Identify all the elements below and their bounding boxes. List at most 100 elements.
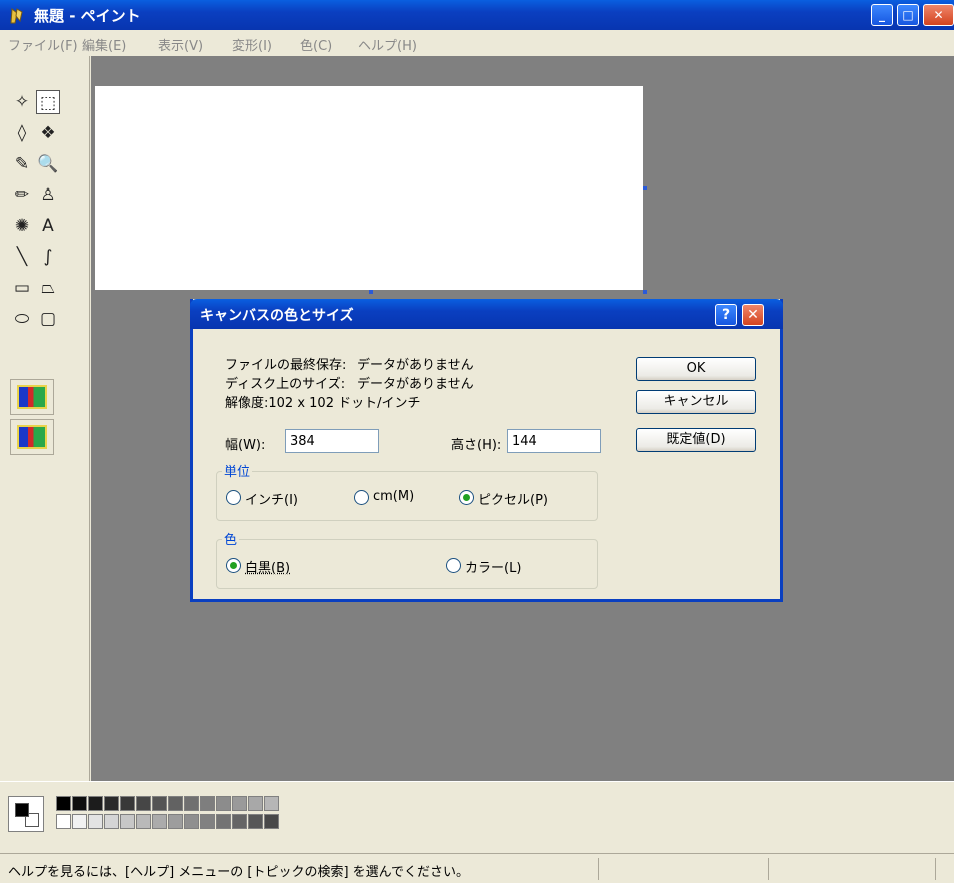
menu-help[interactable]: ヘルプ(H) — [358, 35, 417, 54]
curve-icon[interactable]: ∫ — [36, 245, 60, 269]
color-picker-icon[interactable]: ✎ — [10, 152, 34, 176]
brush-icon[interactable]: ♙ — [36, 183, 60, 207]
maximize-button[interactable]: □ — [897, 4, 919, 26]
palette-swatch[interactable] — [264, 796, 279, 811]
resize-handle-corner[interactable] — [643, 290, 647, 294]
drawing-canvas[interactable] — [95, 86, 643, 290]
palette-swatch[interactable] — [136, 796, 151, 811]
polygon-icon[interactable]: ⏢ — [36, 276, 60, 300]
eraser-icon[interactable]: ◊ — [10, 121, 34, 145]
color-label: カラー(L) — [465, 561, 522, 576]
ellipse-icon[interactable]: ⬭ — [10, 307, 34, 331]
disk-size-value: データがありません — [357, 377, 474, 392]
status-bar: ヘルプを見るには、[ヘルプ] メニューの [トピックの検索] を選んでください。 — [0, 853, 954, 883]
menu-file[interactable]: ファイル(F) — [8, 35, 78, 54]
text-icon[interactable]: A — [36, 214, 60, 238]
color-group-title: 色 — [222, 529, 240, 548]
color-group: 色 白黒(B) カラー(L) — [216, 529, 598, 589]
resize-handle-right[interactable] — [643, 186, 647, 190]
transparent-mode-icon — [17, 425, 47, 449]
palette-swatch[interactable] — [88, 814, 103, 829]
close-button[interactable]: ✕ — [923, 4, 954, 26]
menu-colors[interactable]: 色(C) — [300, 35, 332, 54]
rectangle-icon[interactable]: ▭ — [10, 276, 34, 300]
toolbox: ✧ ⬚ ◊ ❖ ✎ 🔍 ✏ ♙ ✺ A ╲ ∫ ▭ ⏢ ⬭ ▢ — [0, 56, 90, 781]
minimize-button[interactable]: _ — [871, 4, 893, 26]
palette-swatch[interactable] — [264, 814, 279, 829]
bw-radio[interactable] — [226, 558, 241, 573]
palette-swatch[interactable] — [248, 814, 263, 829]
palette-swatch[interactable] — [152, 814, 167, 829]
default-button[interactable]: 既定値(D) — [636, 428, 756, 452]
menu-image[interactable]: 変形(I) — [232, 35, 272, 54]
palette-swatch[interactable] — [168, 796, 183, 811]
bw-label: 白黒(B) — [245, 561, 291, 576]
title-bar: 無題 - ペイント _ □ ✕ — [0, 0, 954, 30]
window-title: 無題 - ペイント — [34, 7, 141, 25]
magnifier-icon[interactable]: 🔍 — [36, 152, 60, 176]
dialog-title-bar: キャンバスの色とサイズ ? ✕ — [190, 299, 783, 329]
width-field[interactable] — [285, 429, 379, 453]
color-radio[interactable] — [446, 558, 461, 573]
menu-edit[interactable]: 編集(E) — [82, 35, 126, 54]
palette-swatch[interactable] — [200, 814, 215, 829]
canvas-size-dialog: キャンバスの色とサイズ ? ✕ ファイルの最終保存: データがありません ディス… — [190, 299, 783, 602]
status-text: ヘルプを見るには、[ヘルプ] メニューの [トピックの検索] を選んでください。 — [8, 865, 470, 880]
palette-swatch[interactable] — [104, 796, 119, 811]
unit-cm-radio[interactable] — [354, 490, 369, 505]
rect-select-icon[interactable]: ⬚ — [36, 90, 60, 114]
transparency-mode-transparent[interactable] — [10, 419, 54, 455]
palette-swatch[interactable] — [184, 814, 199, 829]
height-field[interactable] — [507, 429, 601, 453]
opaque-mode-icon — [17, 385, 47, 409]
dialog-close-button[interactable]: ✕ — [742, 304, 764, 326]
unit-inch-label: インチ(I) — [245, 493, 298, 508]
palette-swatch[interactable] — [232, 814, 247, 829]
transparency-mode-opaque[interactable] — [10, 379, 54, 415]
resize-handle-bottom[interactable] — [369, 290, 373, 294]
disk-size-label: ディスク上のサイズ: — [225, 377, 346, 392]
palette-swatch[interactable] — [88, 796, 103, 811]
palette-swatch[interactable] — [216, 814, 231, 829]
palette-swatch[interactable] — [120, 814, 135, 829]
unit-pixel-radio[interactable] — [459, 490, 474, 505]
airbrush-icon[interactable]: ✺ — [10, 214, 34, 238]
rounded-rect-icon[interactable]: ▢ — [36, 307, 60, 331]
palette-swatch[interactable] — [120, 796, 135, 811]
palette-swatch[interactable] — [200, 796, 215, 811]
last-saved-value: データがありません — [357, 358, 474, 373]
height-label: 高さ(H): — [451, 438, 502, 453]
palette-swatch[interactable] — [56, 796, 71, 811]
fill-bucket-icon[interactable]: ❖ — [36, 121, 60, 145]
palette-swatch[interactable] — [72, 814, 87, 829]
ok-button[interactable]: OK — [636, 357, 756, 381]
resolution-text: 解像度:102 x 102 ドット/インチ — [225, 396, 421, 411]
palette-swatch[interactable] — [232, 796, 247, 811]
palette-swatch[interactable] — [152, 796, 167, 811]
palette-swatch[interactable] — [72, 796, 87, 811]
pencil-icon[interactable]: ✏ — [10, 183, 34, 207]
palette-swatch[interactable] — [248, 796, 263, 811]
palette-swatch[interactable] — [216, 796, 231, 811]
line-icon[interactable]: ╲ — [10, 245, 34, 269]
palette-swatch[interactable] — [104, 814, 119, 829]
status-separator — [935, 858, 936, 880]
units-group-title: 単位 — [222, 461, 253, 480]
dialog-help-button[interactable]: ? — [715, 304, 737, 326]
color-palette — [0, 781, 954, 853]
last-saved-label: ファイルの最終保存: — [225, 358, 347, 373]
free-select-icon[interactable]: ✧ — [10, 90, 34, 114]
units-group: 単位 インチ(I) cm(M) ピクセル(P) — [216, 461, 598, 521]
palette-swatch[interactable] — [136, 814, 151, 829]
unit-pixel-label: ピクセル(P) — [478, 493, 548, 508]
menu-view[interactable]: 表示(V) — [158, 35, 203, 54]
palette-swatch[interactable] — [184, 796, 199, 811]
current-colors — [8, 796, 44, 832]
palette-swatch[interactable] — [168, 814, 183, 829]
unit-cm-label: cm(M) — [373, 489, 415, 504]
unit-inch-radio[interactable] — [226, 490, 241, 505]
foreground-color-swatch — [15, 803, 29, 817]
cancel-button[interactable]: キャンセル — [636, 390, 756, 414]
width-label: 幅(W): — [225, 438, 266, 453]
palette-swatch[interactable] — [56, 814, 71, 829]
